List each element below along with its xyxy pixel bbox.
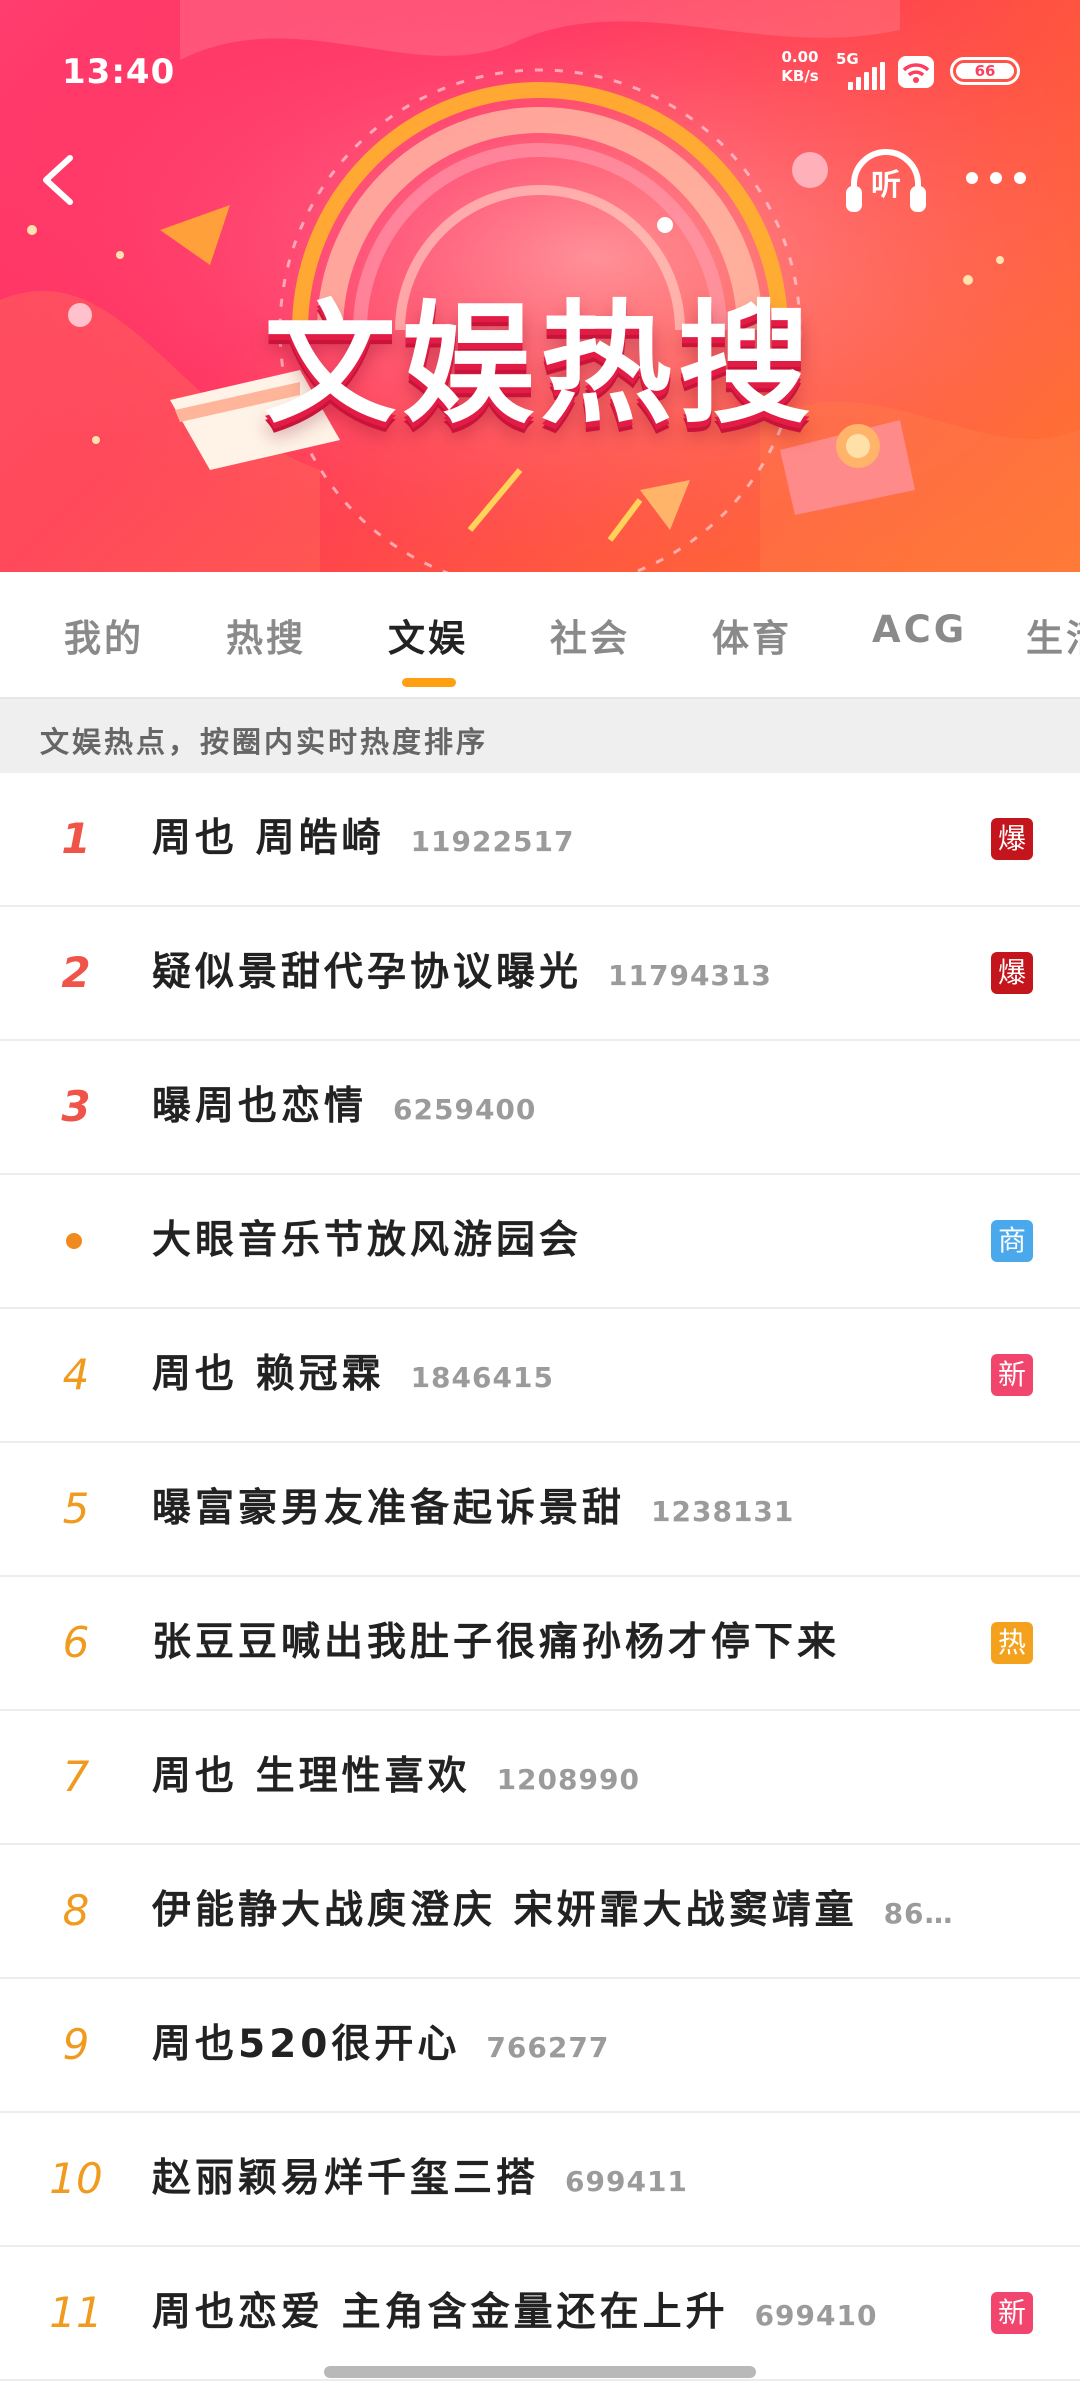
- trending-list: 1 周也 周皓崎 11922517 爆 2 疑似景甜代孕协议曝光 11794313 爆 3 曝周也…: [0, 773, 1080, 2381]
- home-indicator[interactable]: [324, 2366, 756, 2378]
- item-title: 周也520很开心: [152, 2022, 461, 2067]
- tab-acg[interactable]: ACG: [872, 608, 967, 668]
- list-item[interactable]: 3 曝周也恋情 6259400: [0, 1041, 1080, 1175]
- back-arrow-icon: [43, 155, 73, 205]
- tab-mine[interactable]: 我的: [64, 608, 144, 668]
- item-content: 周也 周皓崎 11922517: [152, 773, 972, 905]
- back-button[interactable]: [28, 140, 88, 220]
- rank-number: 4: [62, 1350, 90, 1399]
- tab-entertainment[interactable]: 文娱: [388, 608, 468, 668]
- hero-banner: 13:40 0.00 KB/s 5G 66 听 文娱热搜: [0, 0, 1080, 572]
- item-content: 疑似景甜代孕协议曝光 11794313: [152, 907, 972, 1039]
- tab-sports[interactable]: 体育: [712, 608, 792, 668]
- item-content: 周也 赖冠霖 1846415: [152, 1309, 972, 1441]
- rank-number: 11: [49, 2288, 103, 2337]
- rank-number: 7: [62, 1752, 90, 1801]
- rank-number: 1: [61, 814, 91, 863]
- item-content: 曝富豪男友准备起诉景甜 1238131: [152, 1443, 972, 1575]
- item-title: 周也 赖冠霖: [152, 1352, 385, 1397]
- heat-count: 1208990: [496, 1763, 640, 1796]
- subtitle-bar: 文娱热点，按圈内实时热度排序: [0, 699, 1080, 773]
- item-content: 赵丽颖易烊千玺三搭 699411: [152, 2113, 972, 2245]
- heat-count: 11794313: [608, 959, 772, 992]
- item-content: 张豆豆喊出我肚子很痛孙杨才停下来: [152, 1577, 972, 1709]
- network-speed: 0.00 KB/s: [778, 48, 822, 86]
- subtitle-text: 文娱热点，按圈内实时热度排序: [40, 725, 489, 759]
- item-title: 周也 生理性喜欢: [152, 1754, 471, 1799]
- list-item[interactable]: 1 周也 周皓崎 11922517 爆: [0, 773, 1080, 907]
- rank-number: 6: [62, 1618, 90, 1667]
- heat-count: 86…: [883, 1897, 954, 1930]
- tab-society[interactable]: 社会: [550, 608, 630, 668]
- heat-count: 699410: [754, 2299, 878, 2332]
- item-title: 大眼音乐节放风游园会: [152, 1218, 583, 1263]
- item-title: 伊能静大战庾澄庆 宋妍霏大战窦靖童: [152, 1888, 858, 1933]
- item-title: 周也恋爱 主角含金量还在上升: [152, 2290, 729, 2335]
- rank-number: 8: [62, 1886, 90, 1935]
- rank-number: 2: [61, 948, 91, 997]
- status-badge: 新: [991, 2292, 1033, 2334]
- list-item[interactable]: 10 赵丽颖易烊千玺三搭 699411: [0, 2113, 1080, 2247]
- list-item[interactable]: 11 周也恋爱 主角含金量还在上升 699410 新: [0, 2247, 1080, 2381]
- rank-number: 5: [62, 1484, 90, 1533]
- promoted-dot-icon: [66, 1233, 82, 1249]
- heat-count: 11922517: [410, 825, 575, 858]
- list-item[interactable]: 大眼音乐节放风游园会 商: [0, 1175, 1080, 1309]
- heat-count: 6259400: [393, 1093, 537, 1126]
- status-badge: 新: [991, 1354, 1033, 1396]
- item-content: 曝周也恋情 6259400: [152, 1041, 972, 1173]
- list-item[interactable]: 7 周也 生理性喜欢 1208990: [0, 1711, 1080, 1845]
- item-content: 伊能静大战庾澄庆 宋妍霏大战窦靖童 86…: [152, 1845, 972, 1977]
- listen-button[interactable]: 听: [842, 140, 930, 220]
- list-item[interactable]: 2 疑似景甜代孕协议曝光 11794313 爆: [0, 907, 1080, 1041]
- battery-level: 66: [956, 63, 1014, 79]
- item-content: 周也 生理性喜欢 1208990: [152, 1711, 972, 1843]
- item-title: 曝富豪男友准备起诉景甜: [152, 1486, 626, 1531]
- list-item[interactable]: 6 张豆豆喊出我肚子很痛孙杨才停下来 热: [0, 1577, 1080, 1711]
- item-title: 张豆豆喊出我肚子很痛孙杨才停下来: [152, 1620, 841, 1665]
- signal-icon: [848, 62, 885, 90]
- status-time: 13:40: [62, 52, 176, 92]
- list-item[interactable]: 8 伊能静大战庾澄庆 宋妍霏大战窦靖童 86…: [0, 1845, 1080, 1979]
- item-title: 周也 周皓崎: [152, 816, 385, 861]
- tab-life[interactable]: 生活: [1026, 608, 1080, 668]
- status-badge: 爆: [991, 952, 1033, 994]
- more-options-icon[interactable]: [958, 150, 1034, 210]
- item-content: 大眼音乐节放风游园会: [152, 1175, 972, 1307]
- wifi-icon: [898, 56, 934, 88]
- status-badge: 商: [991, 1220, 1033, 1262]
- item-content: 周也520很开心 766277: [152, 1979, 972, 2111]
- item-content: 周也恋爱 主角含金量还在上升 699410: [152, 2247, 972, 2379]
- tab-hot-search[interactable]: 热搜: [226, 608, 306, 668]
- status-badge: 热: [991, 1622, 1033, 1664]
- battery-indicator: 66: [950, 57, 1020, 85]
- rank-number: 3: [61, 1082, 91, 1131]
- status-bar: 13:40 0.00 KB/s 5G 66: [0, 0, 1080, 140]
- rank-number: 9: [62, 2020, 90, 2069]
- heat-count: 699411: [565, 2165, 688, 2198]
- banner-title: 文娱热搜: [264, 288, 816, 442]
- item-title: 赵丽颖易烊千玺三搭: [152, 2156, 540, 2201]
- item-title: 疑似景甜代孕协议曝光: [152, 950, 583, 995]
- category-tabs: 我的 热搜 文娱 社会 体育 ACG 生活: [0, 572, 1080, 698]
- listen-label: 听: [871, 168, 901, 203]
- list-item[interactable]: 4 周也 赖冠霖 1846415 新: [0, 1309, 1080, 1443]
- status-badge: 爆: [991, 818, 1033, 860]
- rank-number: 10: [49, 2154, 103, 2203]
- network-speed-unit: KB/s: [781, 67, 819, 85]
- network-speed-value: 0.00: [781, 48, 819, 66]
- active-tab-indicator: [402, 678, 456, 687]
- heat-count: 766277: [486, 2031, 610, 2064]
- heat-count: 1846415: [410, 1361, 554, 1394]
- list-item[interactable]: 5 曝富豪男友准备起诉景甜 1238131: [0, 1443, 1080, 1577]
- item-title: 曝周也恋情: [152, 1084, 368, 1129]
- heat-count: 1238131: [651, 1495, 795, 1528]
- list-item[interactable]: 9 周也520很开心 766277: [0, 1979, 1080, 2113]
